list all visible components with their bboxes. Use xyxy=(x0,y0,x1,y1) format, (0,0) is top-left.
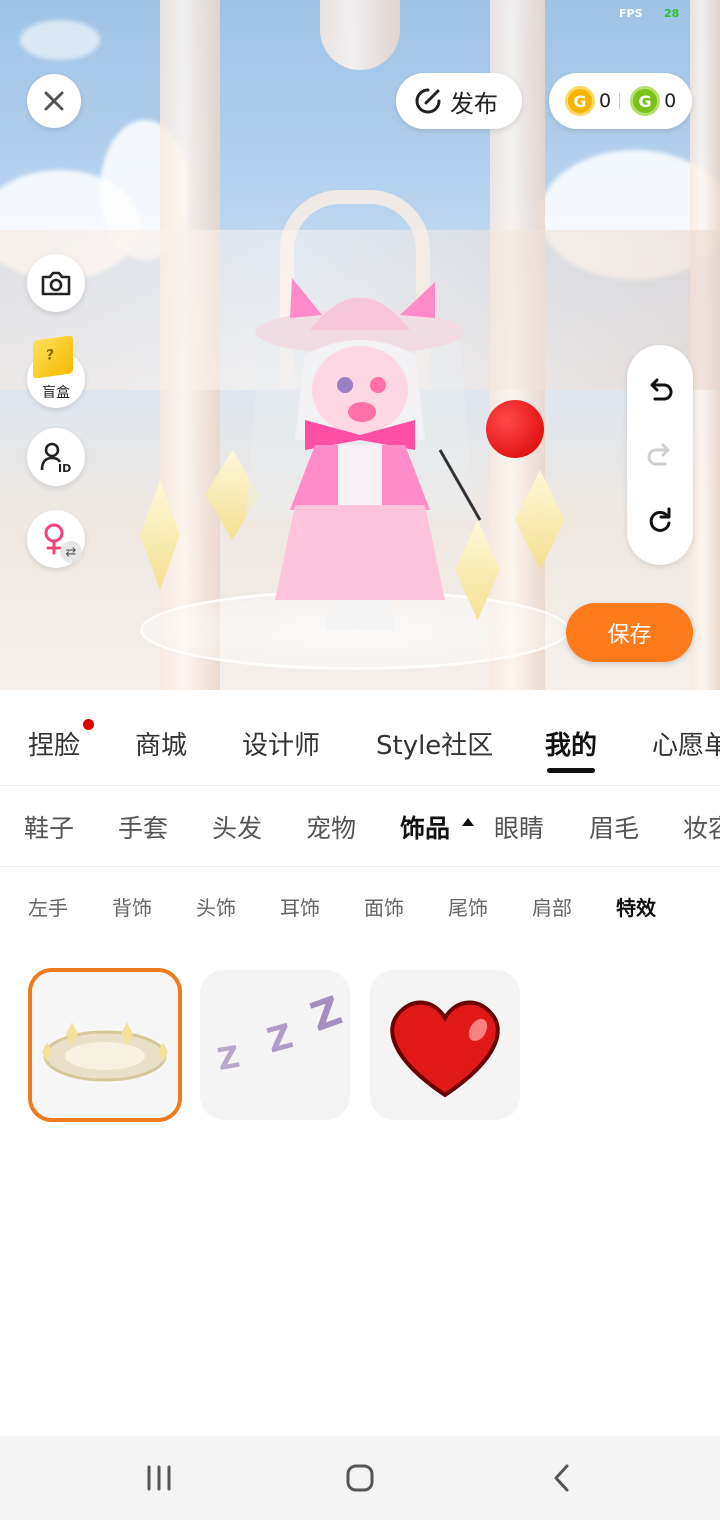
app-root: FPS 28 发布 G 0 G 0 ? 盲盒 ID ⇄ 保存 捏脸 商城 设计师… xyxy=(0,0,720,1520)
tab-designer[interactable]: 设计师 xyxy=(242,725,320,762)
subtab-tail[interactable]: 尾饰 xyxy=(448,892,488,921)
blind-box-label: 盲盒 xyxy=(42,385,70,401)
heart-effect-icon xyxy=(390,1000,500,1098)
category-tab-bar: 鞋子 手套 头发 宠物 饰品 眼睛 眉毛 妆容 xyxy=(0,787,720,867)
camera-icon xyxy=(41,271,71,296)
tab-accessories[interactable]: 饰品 xyxy=(400,809,450,845)
undo-button[interactable] xyxy=(642,372,678,408)
redo-icon xyxy=(647,443,670,466)
avatar-character[interactable] xyxy=(230,270,490,650)
close-icon xyxy=(44,91,64,111)
tab-mine[interactable]: 我的 xyxy=(545,725,597,762)
divider xyxy=(619,93,621,109)
tab-pets[interactable]: 宠物 xyxy=(306,809,356,845)
subtab-face[interactable]: 面饰 xyxy=(364,892,404,921)
svg-text:Z: Z xyxy=(305,988,348,1041)
gender-switch-button[interactable]: ⇄ xyxy=(27,510,85,568)
sleep-zzz-effect-icon: Z Z Z xyxy=(215,988,348,1078)
svg-text:Z: Z xyxy=(215,1040,243,1078)
tab-wishlist[interactable]: 心愿单 xyxy=(652,725,720,762)
profile-id-icon: ID xyxy=(40,442,71,474)
tab-style-community[interactable]: Style社区 xyxy=(376,725,493,762)
subtab-shoulder[interactable]: 肩部 xyxy=(532,892,572,921)
undo-icon xyxy=(650,378,673,401)
back-icon xyxy=(554,1464,569,1492)
main-tab-bar: 捏脸 商城 设计师 Style社区 我的 心愿单 xyxy=(0,690,720,786)
blind-box-icon: ? xyxy=(33,335,73,379)
svg-text:Z: Z xyxy=(263,1016,297,1061)
tab-shop[interactable]: 商城 xyxy=(135,725,187,762)
currency-display[interactable]: G 0 G 0 xyxy=(549,73,692,129)
cloud xyxy=(20,20,100,60)
profile-id-button[interactable]: ID xyxy=(27,428,85,486)
active-tab-indicator xyxy=(547,768,595,773)
subtab-ear[interactable]: 耳饰 xyxy=(280,892,320,921)
notification-dot xyxy=(83,719,94,730)
tab-makeup[interactable]: 妆容 xyxy=(683,809,720,845)
item-card-sleep[interactable]: Z Z Z xyxy=(200,970,350,1120)
fps-value: 28 xyxy=(664,7,680,20)
reset-icon xyxy=(649,507,671,532)
tab-face[interactable]: 捏脸 xyxy=(28,725,80,762)
gold-coin-count: 0 xyxy=(599,90,612,112)
publish-icon xyxy=(415,88,441,114)
subtab-head[interactable]: 头饰 xyxy=(196,892,236,921)
home-button[interactable] xyxy=(338,1456,382,1500)
history-panel xyxy=(627,345,693,565)
fps-label: FPS xyxy=(619,7,643,20)
gold-coin-icon: G xyxy=(565,86,595,116)
caret-up-icon[interactable] xyxy=(462,818,474,826)
publish-label: 发布 xyxy=(450,89,498,118)
subtab-left-hand[interactable]: 左手 xyxy=(28,892,68,921)
close-button[interactable] xyxy=(27,74,81,128)
save-button[interactable]: 保存 xyxy=(566,603,693,662)
tab-shoes[interactable]: 鞋子 xyxy=(24,809,74,845)
lamp xyxy=(320,0,400,70)
tab-eyes[interactable]: 眼睛 xyxy=(494,809,544,845)
system-nav-bar xyxy=(0,1436,720,1520)
tab-eyebrows[interactable]: 眉毛 xyxy=(589,809,639,845)
green-coin-icon: G xyxy=(630,86,661,116)
green-coin-count: 0 xyxy=(664,90,677,112)
publish-button[interactable]: 发布 xyxy=(396,73,522,129)
home-icon xyxy=(346,1464,374,1492)
tab-hair[interactable]: 头发 xyxy=(212,809,262,845)
recent-apps-icon xyxy=(147,1465,171,1491)
back-button[interactable] xyxy=(540,1456,584,1500)
subtab-back[interactable]: 背饰 xyxy=(112,892,152,921)
camera-button[interactable] xyxy=(27,254,85,312)
item-card-sparkle-ring[interactable] xyxy=(28,968,182,1122)
blind-box-button[interactable]: ? 盲盒 xyxy=(27,335,85,408)
item-card-heart[interactable] xyxy=(370,970,520,1120)
reset-button[interactable] xyxy=(642,502,678,538)
redo-button[interactable] xyxy=(642,437,678,473)
sparkle-ring-effect-icon xyxy=(32,972,178,1118)
svg-text:ID: ID xyxy=(58,462,71,474)
tab-gloves[interactable]: 手套 xyxy=(118,809,168,845)
subtab-effects[interactable]: 特效 xyxy=(616,892,656,921)
swap-icon: ⇄ xyxy=(60,541,82,563)
recent-apps-button[interactable] xyxy=(137,1456,181,1500)
red-balloon xyxy=(486,400,544,458)
